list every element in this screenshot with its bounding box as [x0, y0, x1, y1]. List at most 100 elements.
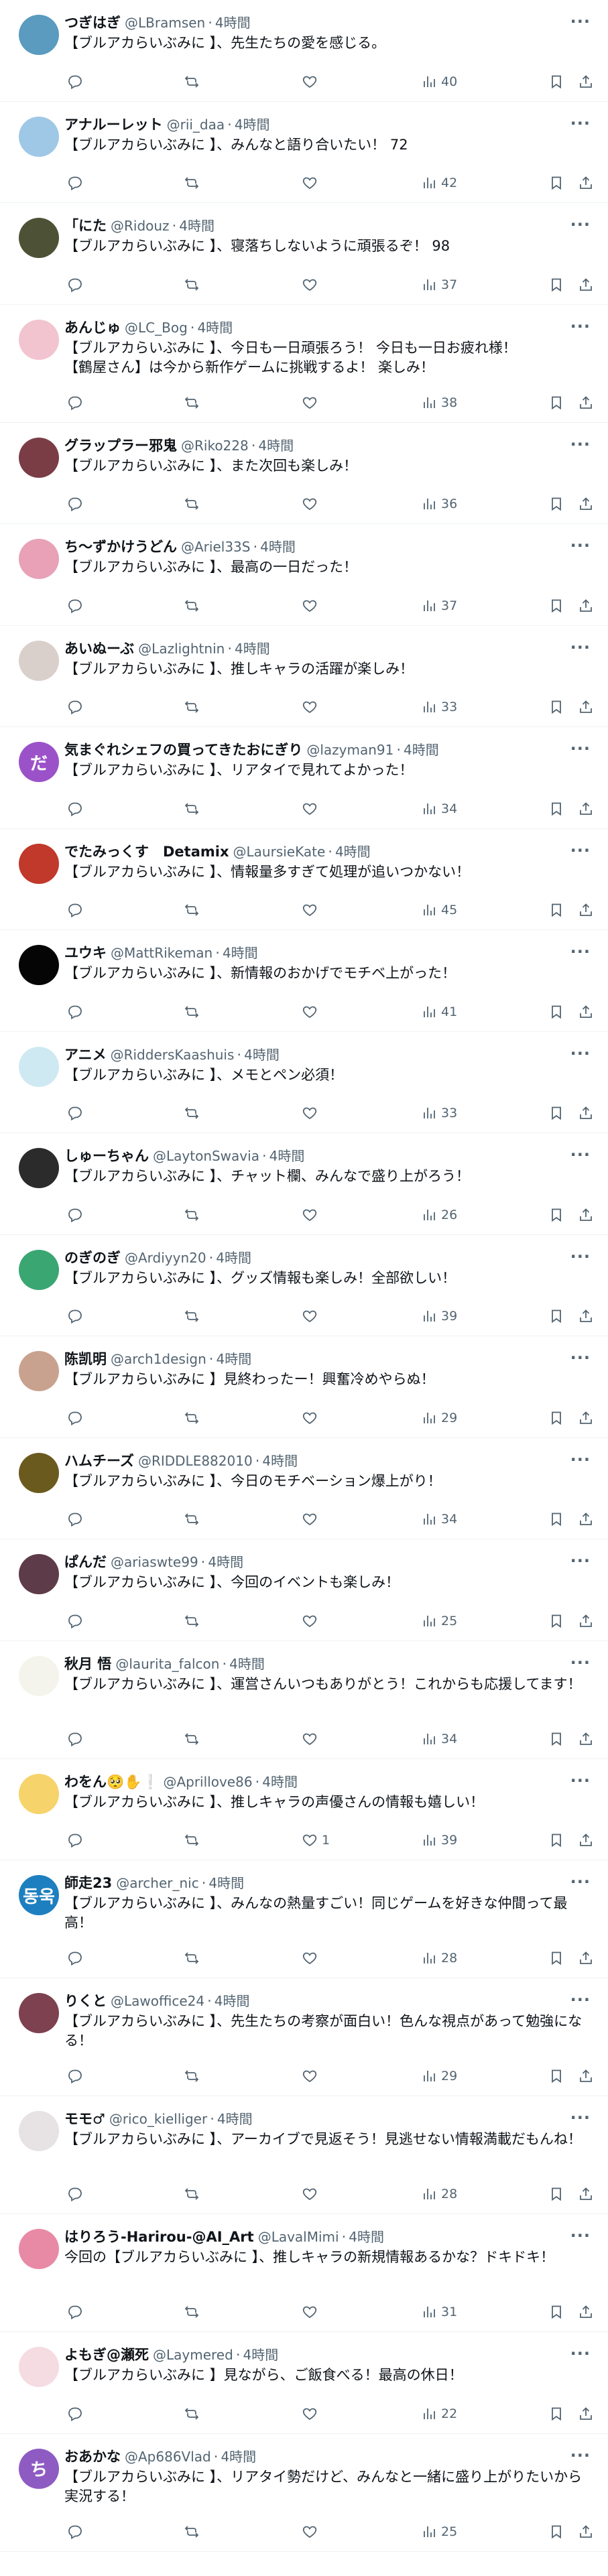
- tweet[interactable]: ハムチーズ @RIDDLE882010 · 4時間 ··· 【ブルアカらいぶみに…: [0, 1438, 608, 1539]
- bookmark-button[interactable]: [548, 2404, 564, 2424]
- tweet[interactable]: 陈凯明 @arch1design · 4時間 ··· 【ブルアカらいぶみに 】見…: [0, 1336, 608, 1438]
- more-options-icon[interactable]: ···: [570, 739, 591, 758]
- views-button[interactable]: 28: [421, 2184, 457, 2204]
- avatar[interactable]: [19, 319, 59, 360]
- views-button[interactable]: 45: [421, 900, 457, 920]
- more-options-icon[interactable]: ···: [570, 942, 591, 961]
- share-button[interactable]: [578, 1002, 594, 1022]
- views-button[interactable]: 34: [421, 799, 457, 819]
- views-button[interactable]: 28: [421, 1948, 457, 1968]
- avatar[interactable]: [19, 1351, 59, 1391]
- avatar[interactable]: [19, 2347, 59, 2387]
- bookmark-button[interactable]: [548, 1830, 564, 1850]
- avatar[interactable]: [19, 640, 59, 681]
- tweet[interactable]: ぱんだ @ariaswte99 · 4時間 ··· 【ブルアカらいぶみに 】、今…: [0, 1539, 608, 1641]
- views-button[interactable]: 26: [421, 1205, 457, 1225]
- views-button[interactable]: 33: [421, 1103, 457, 1123]
- repost-button[interactable]: [184, 2302, 200, 2322]
- display-name[interactable]: でたみっくす Detamix: [64, 842, 229, 861]
- timestamp[interactable]: 4時間: [216, 1350, 251, 1368]
- tweet[interactable]: よもぎ@瀬死 @Laymered · 4時間 ··· 【ブルアカらいぶみに 】見…: [0, 2332, 608, 2434]
- like-button[interactable]: [302, 697, 322, 717]
- views-button[interactable]: 39: [421, 1830, 457, 1850]
- avatar[interactable]: [19, 1993, 59, 2033]
- repost-button[interactable]: [184, 2522, 200, 2542]
- user-handle[interactable]: @MattRikeman: [111, 944, 212, 962]
- views-button[interactable]: 41: [421, 1002, 457, 1022]
- bookmark-button[interactable]: [548, 275, 564, 295]
- display-name[interactable]: はりろう-Harirou-@AI_Art: [64, 2228, 254, 2246]
- share-button[interactable]: [578, 1408, 594, 1428]
- tweet[interactable]: ち～ずかけうどん @Ariel33S · 4時間 ··· 【ブルアカらいぶみに …: [0, 524, 608, 626]
- views-button[interactable]: 37: [421, 596, 457, 616]
- user-handle[interactable]: @Laymered: [153, 2345, 233, 2364]
- share-button[interactable]: [578, 697, 594, 717]
- bookmark-button[interactable]: [548, 697, 564, 717]
- views-button[interactable]: 36: [421, 494, 457, 514]
- user-handle[interactable]: @Riko228: [181, 436, 249, 455]
- views-button[interactable]: 38: [421, 393, 457, 413]
- tweet[interactable]: わをん🥺✋❕ @Aprillove86 · 4時間 ··· 【ブルアカらいぶみに…: [0, 1759, 608, 1860]
- timestamp[interactable]: 4時間: [208, 1874, 244, 1892]
- user-handle[interactable]: @LaursieKate: [233, 842, 326, 861]
- display-name[interactable]: おあかな: [64, 2447, 121, 2466]
- share-button[interactable]: [578, 1611, 594, 1631]
- timestamp[interactable]: 4時間: [223, 944, 258, 962]
- display-name[interactable]: しゅーちゃん: [64, 1147, 149, 1165]
- user-handle[interactable]: @arch1design: [111, 1350, 206, 1368]
- avatar[interactable]: [19, 116, 59, 157]
- user-handle[interactable]: @Ap686Vlad: [125, 2447, 211, 2466]
- views-button[interactable]: 29: [421, 2066, 457, 2086]
- more-options-icon[interactable]: ···: [570, 435, 591, 454]
- views-button[interactable]: 37: [421, 275, 457, 295]
- share-button[interactable]: [578, 799, 594, 819]
- repost-button[interactable]: [184, 799, 200, 819]
- like-button[interactable]: [302, 2522, 322, 2542]
- avatar[interactable]: [19, 539, 59, 579]
- share-button[interactable]: [578, 494, 594, 514]
- timestamp[interactable]: 4時間: [216, 1248, 251, 1267]
- views-button[interactable]: 40: [421, 72, 457, 92]
- more-options-icon[interactable]: ···: [570, 12, 591, 31]
- reply-button[interactable]: [67, 2066, 83, 2086]
- repost-button[interactable]: [184, 1408, 200, 1428]
- avatar[interactable]: [19, 1554, 59, 1594]
- timestamp[interactable]: 4時間: [404, 740, 439, 759]
- like-button[interactable]: 1: [302, 1830, 330, 1850]
- share-button[interactable]: [578, 596, 594, 616]
- user-handle[interactable]: @LBramsen: [125, 13, 205, 32]
- display-name[interactable]: ハムチーズ: [64, 1452, 134, 1470]
- bookmark-button[interactable]: [548, 1002, 564, 1022]
- timestamp[interactable]: 4時間: [235, 639, 270, 658]
- reply-button[interactable]: [67, 799, 83, 819]
- reply-button[interactable]: [67, 1729, 83, 1749]
- like-button[interactable]: [302, 173, 322, 193]
- like-button[interactable]: [302, 2302, 322, 2322]
- reply-button[interactable]: [67, 2404, 83, 2424]
- repost-button[interactable]: [184, 275, 200, 295]
- avatar[interactable]: [19, 437, 59, 478]
- repost-button[interactable]: [184, 1830, 200, 1850]
- more-options-icon[interactable]: ···: [570, 638, 591, 657]
- user-handle[interactable]: @archer_nic: [116, 1874, 198, 1892]
- bookmark-button[interactable]: [548, 2066, 564, 2086]
- reply-button[interactable]: [67, 900, 83, 920]
- reply-button[interactable]: [67, 2302, 83, 2322]
- repost-button[interactable]: [184, 596, 200, 616]
- reply-button[interactable]: [67, 72, 83, 92]
- user-handle[interactable]: @Ariel33S: [181, 537, 250, 556]
- timestamp[interactable]: 4時間: [215, 1992, 250, 2010]
- timestamp[interactable]: 4時間: [335, 842, 371, 861]
- bookmark-button[interactable]: [548, 1948, 564, 1968]
- repost-button[interactable]: [184, 393, 200, 413]
- avatar[interactable]: [19, 218, 59, 258]
- reply-button[interactable]: [67, 1830, 83, 1850]
- display-name[interactable]: りくと: [64, 1992, 107, 2010]
- reply-button[interactable]: [67, 2184, 83, 2204]
- user-handle[interactable]: @lazyman91: [306, 740, 393, 759]
- reply-button[interactable]: [67, 275, 83, 295]
- bookmark-button[interactable]: [548, 1103, 564, 1123]
- like-button[interactable]: [302, 1205, 322, 1225]
- bookmark-button[interactable]: [548, 1306, 564, 1326]
- reply-button[interactable]: [67, 1002, 83, 1022]
